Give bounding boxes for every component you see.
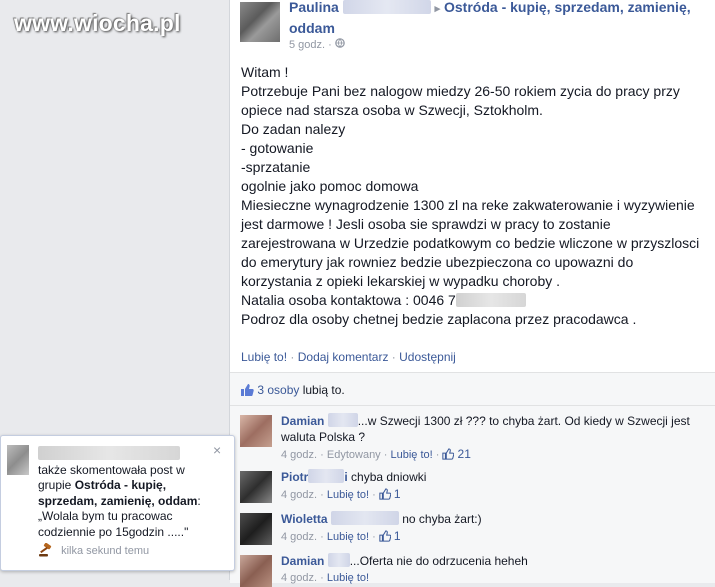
feedback-area: 3 osoby lubią to. Damian ...w Szwecji 13… (230, 372, 715, 587)
globe-icon[interactable] (335, 38, 345, 51)
notification-text: także skomentowała post w grupie Ostróda… (38, 446, 216, 540)
watermark: www.wiocha.pl (14, 10, 181, 36)
commenter-avatar[interactable] (240, 471, 272, 503)
author-avatar[interactable] (240, 2, 280, 42)
author-name[interactable]: Paulina (289, 0, 339, 15)
post-body: Witam ! Potrzebuje Pani bez nalogow mied… (241, 63, 703, 329)
comment-likes-count[interactable]: 1 (394, 487, 401, 501)
notification-time-text: kilka sekund temu (61, 545, 150, 557)
thumbs-up-icon (379, 530, 392, 542)
post-actions: Lubię to! · Dodaj komentarz · Udostępnij (241, 350, 456, 364)
commenter-name[interactable]: Damian (281, 414, 324, 428)
commenter-avatar[interactable] (240, 555, 272, 587)
notification-popup[interactable]: × także skomentowała post w grupie Ostró… (0, 435, 235, 571)
comment-like-button[interactable]: Lubię to! (390, 449, 432, 461)
comment-time[interactable]: 4 godz. (281, 531, 317, 543)
comment-body: chyba dniowki (351, 470, 427, 484)
share-button[interactable]: Udostępnij (399, 350, 456, 364)
commenter-name[interactable]: Damian (281, 554, 324, 568)
comment-body: ...Oferta nie do odrzucenia heheh (349, 554, 528, 568)
redacted-surname (330, 511, 399, 525)
likes-count-link[interactable]: 3 osoby (257, 383, 299, 397)
comment-like-button[interactable]: Lubię to! (327, 572, 369, 584)
commenter-avatar[interactable] (240, 415, 272, 447)
post-line: Miesieczne wynagrodzenie 1300 zl na reke… (241, 197, 700, 289)
comment-meta: 4 godz. · Edytowany · Lubię to! · 21 (281, 447, 471, 461)
group-post: Paulina ▸ Ostróda - kupię, sprzedam, zam… (229, 0, 715, 587)
like-button[interactable]: Lubię to! (241, 350, 287, 364)
post-line: - gotowanie (241, 140, 314, 156)
notifier-avatar (7, 445, 29, 475)
comment-like-button[interactable]: Lubię to! (327, 531, 369, 543)
post-line: Potrzebuje Pani bez nalogow miedzy 26-50… (241, 83, 680, 118)
comment-time[interactable]: 4 godz. (281, 489, 317, 501)
divider (230, 405, 715, 406)
comment-text: Damian ...Oferta nie do odrzucenia heheh… (281, 553, 701, 586)
comment-meta: 4 godz. · Lubię to! · 1 (281, 487, 401, 501)
comment-like-button[interactable]: Lubię to! (327, 489, 369, 501)
notification-quote: „Wolala bym tu pracowac codziennie po 15… (38, 509, 189, 539)
comment-time[interactable]: 4 godz. (281, 449, 317, 461)
commenter-name[interactable]: Wioletta (281, 512, 328, 526)
comment-time[interactable]: 4 godz. (281, 572, 317, 584)
post-line: ogolnie jako pomoc domowa (241, 178, 419, 194)
post-header: Paulina ▸ Ostróda - kupię, sprzedam, zam… (230, 0, 715, 54)
comment-text: Wioletta no chyba żart:) 4 godz. · Lubię… (281, 511, 701, 545)
redacted-surname (327, 553, 350, 567)
comment-meta: 4 godz. · Lubię to! (281, 572, 370, 584)
thumbs-up-icon (442, 448, 455, 460)
post-meta: 5 godz. · (289, 38, 345, 51)
post-line: Witam ! (241, 64, 289, 80)
commenter-avatar[interactable] (240, 513, 272, 545)
comment-button[interactable]: Dodaj komentarz (298, 350, 389, 364)
comment-likes-count[interactable]: 1 (394, 529, 401, 543)
contact-line: Natalia osoba kontaktowa : 0046 7 (241, 291, 703, 310)
post-line: Podroz dla osoby chetnej bedzie zaplacon… (241, 311, 637, 327)
thumbs-up-icon (240, 383, 254, 397)
thumbs-up-icon (379, 488, 392, 500)
likes-summary: 3 osoby lubią to. (240, 383, 345, 397)
comment-meta: 4 godz. · Lubię to! · 1 (281, 529, 401, 543)
contact-text: Natalia osoba kontaktowa : 0046 7 (241, 292, 456, 308)
edited-label[interactable]: Edytowany (327, 449, 381, 461)
comment-text: Piotr i chyba dniowki 4 godz. · Lubię to!… (281, 469, 701, 503)
redacted-surname (327, 413, 358, 427)
commenter-name[interactable]: Piotr (281, 470, 308, 484)
gavel-icon (38, 542, 54, 557)
redacted-surname (308, 469, 345, 483)
separator-arrow-icon: ▸ (434, 3, 441, 15)
notification-time: kilka sekund temu (38, 542, 150, 557)
post-line: -sprzatanie (241, 159, 311, 175)
post-author-line: Paulina ▸ Ostróda - kupię, sprzedam, zam… (289, 0, 709, 38)
comment-likes-count[interactable]: 21 (458, 447, 471, 461)
redacted-notifier-name (38, 446, 180, 460)
redacted-surname (342, 0, 431, 14)
post-line: Do zadan nalezy (241, 121, 346, 137)
comment-text: Damian ...w Szwecji 1300 zł ??? to chyba… (281, 413, 701, 463)
redacted-phone (455, 293, 526, 307)
comment-body: no chyba żart:) (402, 512, 482, 526)
post-time[interactable]: 5 godz. (289, 39, 325, 51)
